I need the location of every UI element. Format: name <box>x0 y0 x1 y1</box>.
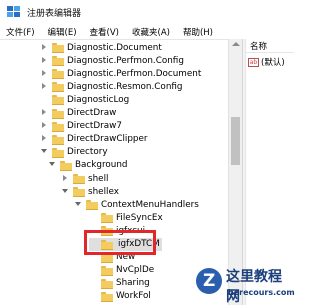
tree-item-label: WorkFol <box>116 291 151 302</box>
watermark-title: 这里教程网 <box>226 269 282 305</box>
column-header-name[interactable]: 名称 <box>246 39 294 53</box>
tree-item[interactable]: Directory <box>40 146 108 159</box>
folder-icon <box>52 147 64 158</box>
folder-icon <box>52 43 64 53</box>
folder-icon <box>52 95 64 106</box>
tree-item-label: Diagnostic.Resmon.Config <box>67 81 183 92</box>
tree-item[interactable]: shellex <box>61 185 119 198</box>
folder-icon <box>52 56 64 67</box>
tree-item[interactable]: DiagnosticLog <box>40 93 129 106</box>
registry-key-tree[interactable]: Diagnostic.Document Diagnostic.Perfmon.Co… <box>0 39 242 305</box>
tree-item[interactable]: WorkFol <box>89 290 151 303</box>
string-value-icon: ab <box>248 57 259 67</box>
folder-icon <box>86 200 98 211</box>
tree-item-label: shellex <box>88 186 119 197</box>
menu-favorites[interactable]: 收藏夹(A) <box>132 26 170 38</box>
watermark-subtitle: herecours.com <box>228 288 295 297</box>
tree-item-label: Background <box>75 160 128 171</box>
folder-icon <box>101 265 113 276</box>
folder-icon <box>60 160 72 171</box>
tree-item[interactable]: Sharing <box>89 277 150 290</box>
tree-item-label: FileSyncEx <box>116 212 163 223</box>
menu-view[interactable]: 查看(V) <box>90 26 119 38</box>
tree-item-label: NvCplDe <box>116 265 155 276</box>
expand-caret-open-icon[interactable] <box>40 148 48 156</box>
registry-editor-window: 注册表编辑器 文件(F) 编辑(E) 查看(V) 收藏夹(A) 帮助(H) Di… <box>0 0 295 305</box>
tree-item[interactable]: shell <box>61 172 108 185</box>
tree-item[interactable]: Background <box>48 159 127 172</box>
expand-caret-closed-icon[interactable] <box>40 109 48 117</box>
menu-file[interactable]: 文件(F) <box>6 26 35 38</box>
tree-item-label: Diagnostic.Perfmon.Config <box>67 55 184 66</box>
folder-icon <box>52 134 64 145</box>
expand-caret-open-icon[interactable] <box>48 161 56 169</box>
expand-caret-closed-icon[interactable] <box>40 122 48 130</box>
tree-item[interactable]: Diagnostic.Perfmon.Config <box>40 54 184 67</box>
tree-item[interactable]: ContextMenuHandlers <box>74 198 199 211</box>
window-title: 注册表编辑器 <box>27 9 82 19</box>
menu-bar: 文件(F) 编辑(E) 查看(V) 收藏夹(A) 帮助(H) <box>0 24 294 39</box>
scroll-up-icon[interactable] <box>232 42 240 46</box>
folder-icon <box>52 69 64 80</box>
tree-item[interactable]: NvCplDe <box>89 264 154 277</box>
expand-caret-closed-icon[interactable] <box>61 174 69 183</box>
registry-editor-icon <box>7 6 20 18</box>
menu-edit[interactable]: 编辑(E) <box>48 26 77 38</box>
expand-caret-closed-icon[interactable] <box>40 69 48 78</box>
tree-item[interactable]: DirectDraw7 <box>40 120 122 133</box>
expand-caret-closed-icon[interactable] <box>40 43 48 52</box>
value-name: (默认) <box>261 58 285 68</box>
folder-icon <box>52 108 64 119</box>
expand-caret-closed-icon[interactable] <box>40 135 48 143</box>
folder-icon <box>73 187 85 198</box>
menu-help[interactable]: 帮助(H) <box>183 26 213 38</box>
expand-caret-closed-icon[interactable] <box>40 82 48 91</box>
watermark-logo-icon <box>196 268 222 294</box>
tree-item-label: ContextMenuHandlers <box>101 199 199 210</box>
tree-item-label: Diagnostic.Perfmon.Document <box>67 68 202 79</box>
highlight-box <box>84 230 156 255</box>
title-bar: 注册表编辑器 <box>0 0 294 24</box>
folder-icon <box>73 174 85 184</box>
tree-item[interactable]: FileSyncEx <box>89 211 163 224</box>
tree-item-label: DirectDraw <box>67 108 117 118</box>
tree-item[interactable]: DirectDraw <box>40 107 116 120</box>
expand-caret-closed-icon[interactable] <box>40 56 48 65</box>
tree-item[interactable]: Diagnostic.Document <box>40 41 162 54</box>
tree-item-label: shell <box>88 173 109 184</box>
tree-item-label: DiagnosticLog <box>67 94 130 105</box>
tree-item-label: DirectDraw7 <box>67 121 122 132</box>
folder-icon <box>101 213 113 224</box>
expand-caret-open-icon[interactable] <box>74 201 82 209</box>
tree-item-label: Directory <box>67 147 108 158</box>
tree-item-label: DirectDrawClipper <box>67 134 148 145</box>
value-row[interactable]: ab (默认) <box>248 56 285 68</box>
folder-icon <box>52 82 64 93</box>
tree-item[interactable]: DirectDrawClipper <box>40 133 148 146</box>
expand-caret-open-icon[interactable] <box>61 188 69 196</box>
folder-icon <box>101 278 113 289</box>
scrollbar-thumb[interactable] <box>231 117 240 165</box>
tree-item-label: Sharing <box>116 278 150 289</box>
tree-item[interactable]: Diagnostic.Perfmon.Document <box>40 67 201 80</box>
folder-icon <box>52 121 64 132</box>
tree-item-label: Diagnostic.Document <box>67 42 162 53</box>
folder-icon <box>101 291 113 302</box>
tree-item[interactable]: Diagnostic.Resmon.Config <box>40 80 183 93</box>
